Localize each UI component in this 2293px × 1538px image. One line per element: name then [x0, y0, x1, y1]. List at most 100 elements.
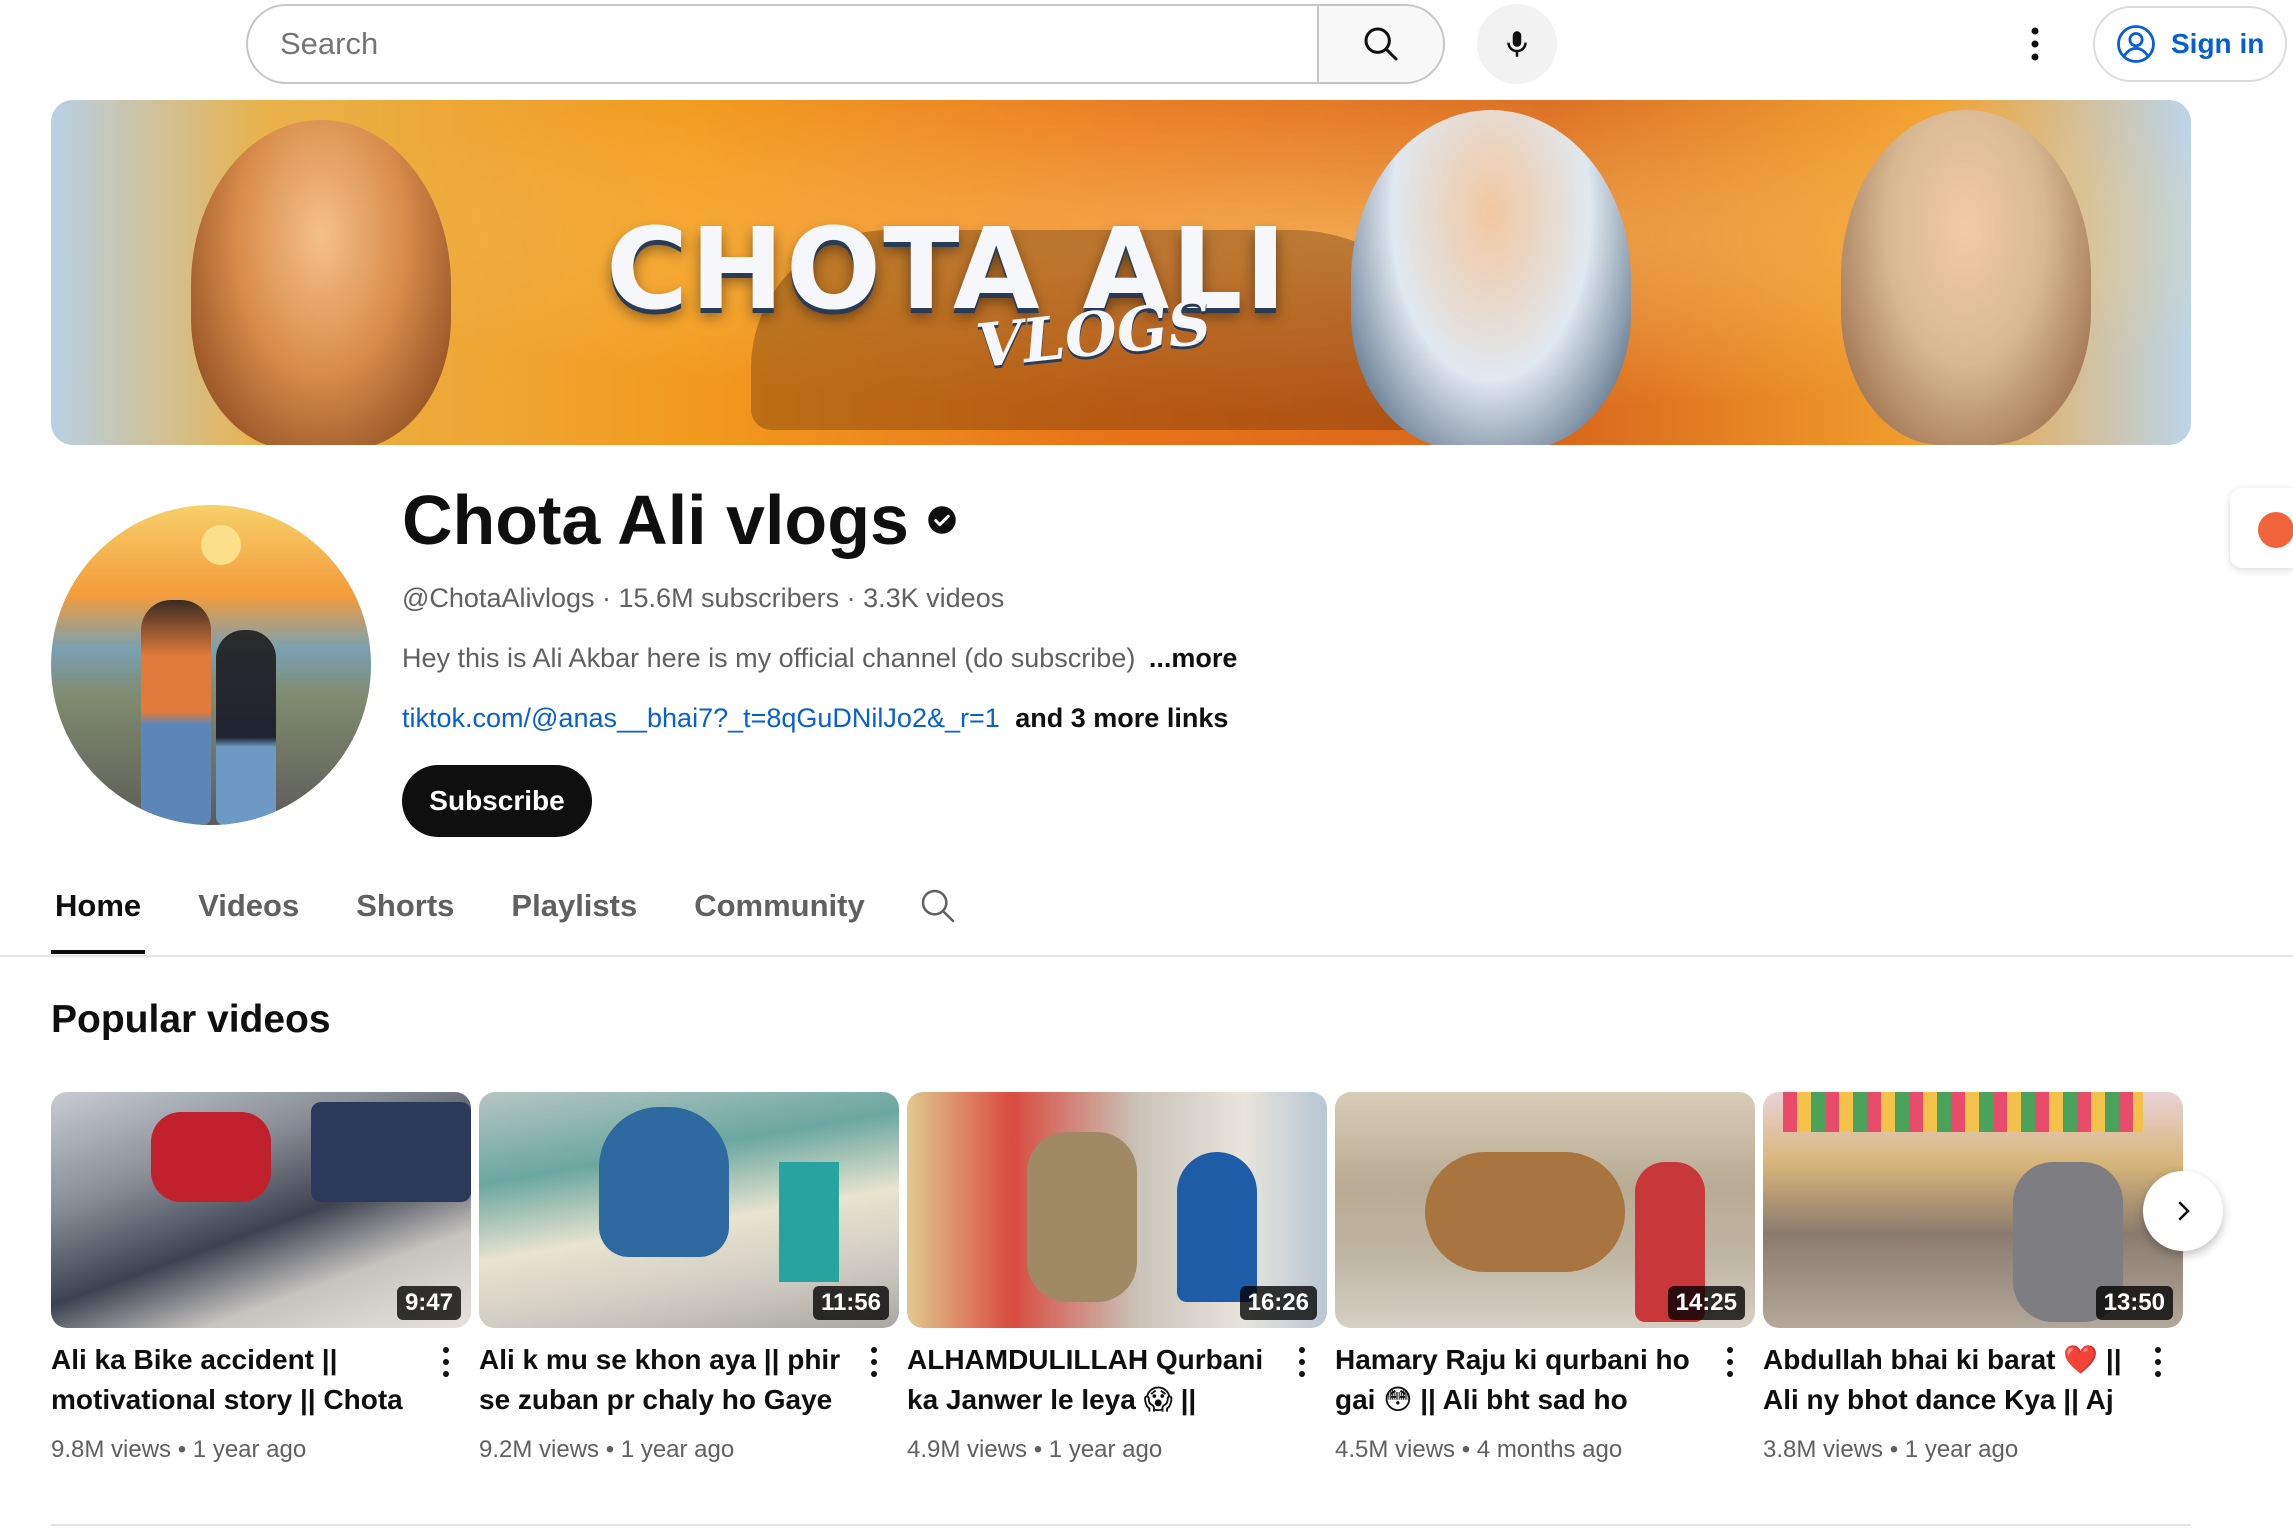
video-meta: 4.5M views • 4 months ago	[1335, 1436, 1755, 1464]
meta-separator: •	[1461, 1436, 1477, 1463]
search-button[interactable]	[1317, 4, 1445, 84]
more-vert-icon	[1299, 1347, 1305, 1377]
video-menu-button[interactable]	[1710, 1340, 1750, 1420]
tiktok-link[interactable]: tiktok.com/@anas__bhai7?_t=8qGuDNilJo2&_…	[402, 703, 1000, 733]
video-title[interactable]: ALHAMDULILLAH Qurbani ka Janwer le leya …	[907, 1340, 1282, 1420]
video-title[interactable]: Ali ka Bike accident || motivational sto…	[51, 1340, 426, 1420]
more-vert-icon	[2031, 27, 2039, 61]
microphone-icon	[1507, 31, 1527, 57]
channel-meta: @ChotaAlivlogs · 15.6M subscribers · 3.3…	[402, 583, 1004, 614]
video-age: 1 year ago	[1904, 1436, 2019, 1463]
channel-avatar[interactable]	[51, 505, 371, 825]
more-vert-icon	[443, 1347, 449, 1377]
channel-handle: @ChotaAlivlogs	[402, 583, 595, 613]
video-views: 9.8M views	[51, 1436, 172, 1463]
description-more-link[interactable]: ...more	[1149, 643, 1238, 673]
channel-search-button[interactable]	[918, 886, 958, 931]
video-age: 1 year ago	[620, 1436, 735, 1463]
video-title[interactable]: Hamary Raju ki qurbani ho gai 😳 || Ali b…	[1335, 1340, 1710, 1420]
search-icon	[1364, 27, 1398, 61]
banner-kid-left	[191, 120, 451, 445]
video-age: 1 year ago	[1048, 1436, 1163, 1463]
verified-badge-icon	[928, 506, 956, 534]
video-age: 1 year ago	[192, 1436, 307, 1463]
video-thumbnail[interactable]: 9:47	[51, 1092, 471, 1328]
thumb-shape	[1425, 1152, 1625, 1272]
carousel-next-button[interactable]	[2143, 1171, 2223, 1251]
video-duration: 11:56	[812, 1286, 889, 1320]
video-title[interactable]: Ali k mu se khon aya || phir se zuban pr…	[479, 1340, 854, 1420]
video-thumbnail[interactable]: 13:50	[1763, 1092, 2183, 1328]
video-card[interactable]: 14:25 Hamary Raju ki qurbani ho gai 😳 ||…	[1335, 1092, 1755, 1464]
chevron-right-icon	[2178, 1201, 2190, 1221]
thumb-shape	[599, 1107, 729, 1257]
video-menu-button[interactable]	[854, 1340, 894, 1420]
video-views: 4.5M views	[1335, 1436, 1456, 1463]
channel-description[interactable]: Hey this is Ali Akbar here is my officia…	[402, 643, 1237, 674]
video-views: 3.8M views	[1763, 1436, 1884, 1463]
channel-links: tiktok.com/@anas__bhai7?_t=8qGuDNilJo2&_…	[402, 703, 1228, 734]
voice-search-button[interactable]	[1477, 4, 1557, 84]
video-count: 3.3K videos	[863, 583, 1005, 613]
video-duration: 14:25	[1667, 1286, 1745, 1320]
tab-shorts[interactable]: Shorts	[352, 880, 458, 954]
settings-menu-button[interactable]	[2015, 16, 2055, 72]
thumb-shape	[151, 1112, 271, 1202]
video-title[interactable]: Abdullah bhai ki barat ❤️ || Ali ny bhot…	[1763, 1340, 2138, 1420]
meta-separator: ·	[846, 583, 864, 613]
video-views: 4.9M views	[907, 1436, 1028, 1463]
video-duration: 16:26	[1239, 1286, 1317, 1320]
search-input[interactable]	[280, 26, 1319, 62]
channel-name: Chota Ali vlogs	[402, 481, 909, 559]
video-menu-button[interactable]	[1282, 1340, 1322, 1420]
video-card[interactable]: 13:50 Abdullah bhai ki barat ❤️ || Ali n…	[1763, 1092, 2183, 1464]
sign-in-button[interactable]: Sign in	[2093, 6, 2287, 82]
video-menu-button[interactable]	[2138, 1340, 2178, 1420]
thumb-shape	[311, 1102, 471, 1202]
video-thumbnail[interactable]: 16:26	[907, 1092, 1327, 1328]
thumb-shape	[1027, 1132, 1137, 1302]
description-text: Hey this is Ali Akbar here is my officia…	[402, 643, 1136, 673]
meta-separator: •	[1033, 1436, 1049, 1463]
section-divider	[51, 1524, 2191, 1526]
tabs-divider	[0, 955, 2293, 957]
thumb-shape	[1177, 1152, 1257, 1302]
avatar-person-1	[141, 600, 211, 825]
video-menu-button[interactable]	[426, 1340, 466, 1420]
channel-name-row: Chota Ali vlogs	[402, 480, 957, 560]
top-bar: Sign in	[0, 0, 2293, 90]
channel-tabs: Home Videos Shorts Playlists Community	[51, 880, 958, 954]
video-thumbnail[interactable]: 11:56	[479, 1092, 899, 1328]
more-vert-icon	[1727, 1347, 1733, 1377]
video-meta: 4.9M views • 1 year ago	[907, 1436, 1327, 1464]
video-card[interactable]: 16:26 ALHAMDULILLAH Qurbani ka Janwer le…	[907, 1092, 1327, 1464]
meta-separator: •	[605, 1436, 621, 1463]
subscribe-button[interactable]: Subscribe	[402, 765, 592, 837]
tab-videos[interactable]: Videos	[194, 880, 303, 954]
video-thumbnail[interactable]: 14:25	[1335, 1092, 1755, 1328]
more-vert-icon	[2155, 1347, 2161, 1377]
video-meta: 9.8M views • 1 year ago	[51, 1436, 471, 1464]
search-box[interactable]	[246, 4, 1319, 84]
thumb-shape	[779, 1162, 839, 1282]
video-views: 9.2M views	[479, 1436, 600, 1463]
meta-separator: •	[177, 1436, 193, 1463]
sign-in-label: Sign in	[2171, 28, 2265, 59]
tab-playlists[interactable]: Playlists	[507, 880, 641, 954]
search-icon	[921, 889, 954, 923]
more-links-button[interactable]: and 3 more links	[1015, 703, 1228, 733]
tab-home[interactable]: Home	[51, 880, 146, 954]
video-card[interactable]: 9:47 Ali ka Bike accident || motivationa…	[51, 1092, 471, 1464]
video-card[interactable]: 11:56 Ali k mu se khon aya || phir se zu…	[479, 1092, 899, 1464]
video-meta: 3.8M views • 1 year ago	[1763, 1436, 2183, 1464]
account-icon	[2117, 25, 2155, 63]
video-duration: 13:50	[2095, 1286, 2173, 1320]
subscriber-count: 15.6M subscribers	[618, 583, 840, 613]
thumb-shape	[1783, 1092, 2143, 1132]
banner-kid-center	[1351, 110, 1631, 445]
side-floating-widget[interactable]	[2230, 488, 2293, 568]
tab-community[interactable]: Community	[690, 880, 869, 954]
section-title: Popular videos	[51, 998, 331, 1041]
video-duration: 9:47	[396, 1286, 461, 1320]
video-age: 4 months ago	[1476, 1436, 1623, 1463]
